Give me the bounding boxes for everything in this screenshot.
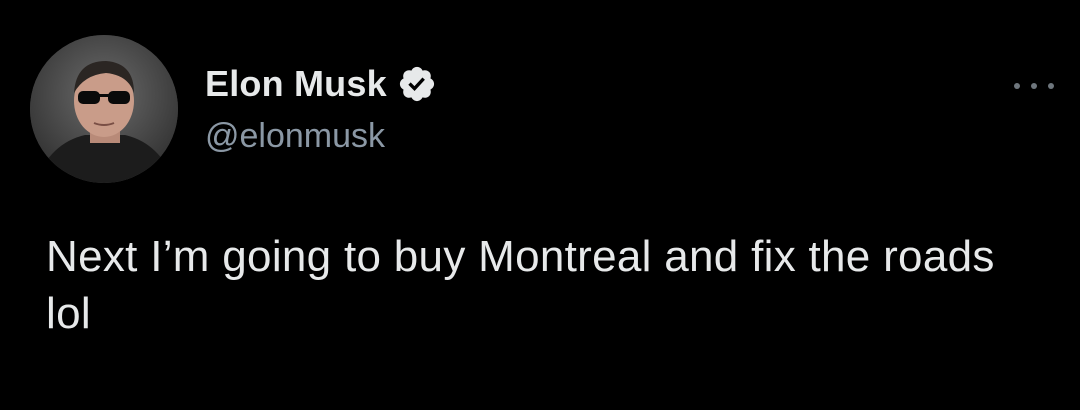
tweet-text: Next I’m going to buy Montreal and fix t…	[46, 232, 995, 338]
display-name[interactable]: Elon Musk	[205, 62, 387, 106]
handle[interactable]: @elonmusk	[205, 116, 437, 156]
profile-photo-icon	[30, 35, 178, 183]
ellipsis-icon	[1014, 83, 1020, 89]
ellipsis-icon	[1031, 83, 1037, 89]
more-options-button[interactable]	[1014, 74, 1054, 98]
name-row: Elon Musk	[205, 62, 437, 106]
author-info: Elon Musk @elonmusk	[205, 62, 437, 156]
tweet-card: Elon Musk @elonmusk Next I’m going to bu…	[0, 0, 1080, 410]
verified-badge-icon	[397, 64, 437, 104]
ellipsis-icon	[1048, 83, 1054, 89]
avatar[interactable]	[30, 35, 178, 183]
